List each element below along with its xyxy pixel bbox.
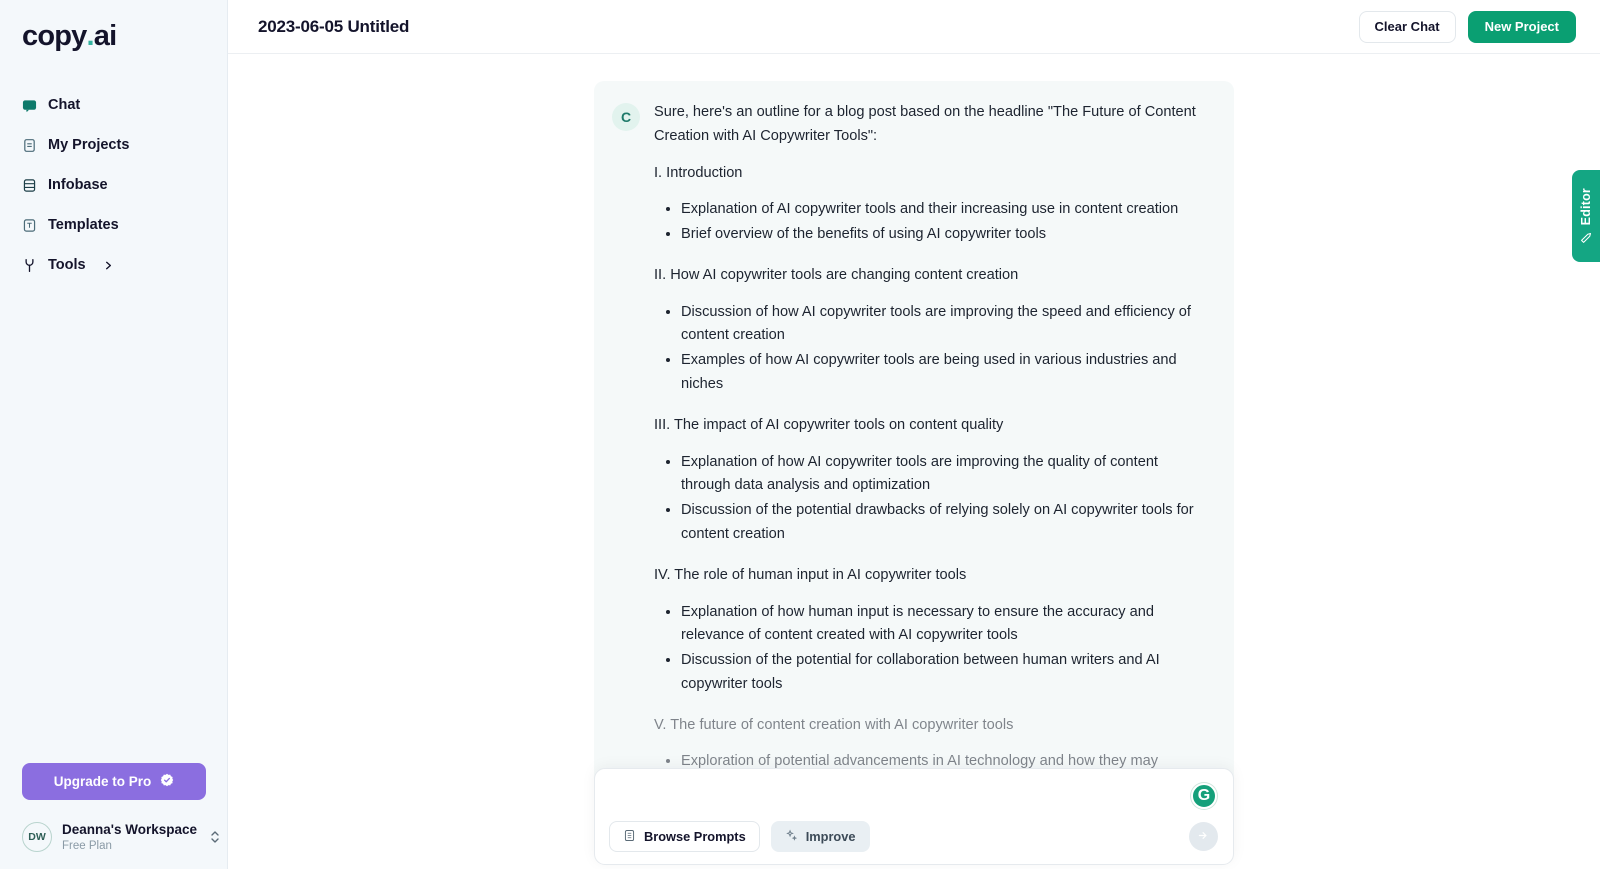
improve-button[interactable]: Improve: [770, 821, 870, 852]
sidebar-item-my-projects[interactable]: My Projects: [0, 125, 227, 165]
avatar: DW: [22, 822, 52, 853]
logo-suffix: ai: [93, 20, 117, 52]
sidebar-item-chat[interactable]: Chat: [0, 85, 227, 125]
message-composer: Browse Prompts Improve G: [594, 768, 1234, 865]
logo-dot: .: [86, 20, 95, 52]
list-icon: [623, 829, 636, 845]
page-title: 2023-06-05 Untitled: [258, 16, 410, 36]
outline-heading: V. The future of content creation with A…: [654, 716, 1014, 733]
logo-text: copy: [22, 20, 87, 52]
outline-bullet-list: Explanation of AI copywriter tools and t…: [654, 198, 1210, 247]
sidebar-item-label: Tools: [48, 257, 86, 273]
grammarly-icon[interactable]: G: [1191, 783, 1217, 809]
list-item: Discussion of the potential for collabor…: [681, 649, 1210, 697]
assistant-avatar: C: [612, 103, 640, 131]
list-item: Discussion of how AI copywriter tools ar…: [681, 301, 1210, 349]
editor-tab-label: Editor: [1579, 188, 1593, 226]
outline-heading: I. Introduction: [654, 164, 743, 181]
chat-column: C Sure, here's an outline for a blog pos…: [594, 54, 1234, 869]
sidebar-item-label: Chat: [48, 97, 81, 113]
app-root: copy. ai Chat My Projects Infobase Templ…: [0, 0, 1600, 869]
browse-prompts-label: Browse Prompts: [644, 829, 746, 844]
outline-bullet-list: Explanation of how human input is necess…: [654, 601, 1210, 697]
upgrade-label: Upgrade to Pro: [53, 773, 152, 789]
sidebar-item-tools[interactable]: Tools: [0, 245, 227, 285]
chevron-right-icon: [103, 260, 114, 271]
sidebar-item-label: My Projects: [48, 137, 130, 153]
assistant-message: C Sure, here's an outline for a blog pos…: [594, 81, 1234, 814]
sidebar-nav: Chat My Projects Infobase Templates Tool…: [0, 85, 227, 285]
database-icon: [22, 178, 37, 193]
outline-bullet-list: Explanation of how AI copywriter tools a…: [654, 451, 1210, 547]
message-input[interactable]: [609, 781, 1219, 821]
clear-chat-button[interactable]: Clear Chat: [1358, 10, 1456, 43]
editor-tab[interactable]: Editor: [1572, 170, 1600, 262]
send-button[interactable]: [1189, 822, 1218, 851]
sidebar-item-label: Templates: [48, 217, 119, 233]
sidebar: copy. ai Chat My Projects Infobase Templ…: [0, 0, 228, 869]
verified-badge-icon: [160, 773, 174, 790]
assistant-message-body: Sure, here's an outline for a blog post …: [654, 101, 1210, 791]
new-project-button[interactable]: New Project: [1467, 10, 1576, 43]
browse-prompts-button[interactable]: Browse Prompts: [609, 821, 760, 852]
chat-area: C Sure, here's an outline for a blog pos…: [228, 54, 1600, 869]
message-intro: Sure, here's an outline for a blog post …: [654, 104, 1196, 144]
send-icon: [1197, 829, 1210, 845]
outline-heading: III. The impact of AI copywriter tools o…: [654, 416, 1004, 433]
topbar-actions: Clear Chat New Project: [1358, 10, 1576, 43]
list-item: Discussion of the potential drawbacks of…: [681, 499, 1210, 547]
workspace-name: Deanna's Workspace: [62, 821, 198, 837]
upgrade-to-pro-button[interactable]: Upgrade to Pro: [22, 762, 206, 800]
wrench-icon: [22, 258, 37, 273]
sidebar-item-infobase[interactable]: Infobase: [0, 165, 227, 205]
app-logo[interactable]: copy. ai: [22, 22, 227, 51]
outline-heading: II. How AI copywriter tools are changing…: [654, 266, 1019, 283]
sidebar-item-label: Infobase: [48, 177, 108, 193]
sidebar-footer: Upgrade to Pro DW Deanna's Workspace Fre…: [0, 762, 227, 869]
chat-scroll-region[interactable]: C Sure, here's an outline for a blog pos…: [228, 54, 1600, 869]
workspace-plan: Free Plan: [62, 839, 112, 852]
list-item: Brief overview of the benefits of using …: [681, 223, 1210, 247]
workspace-switcher[interactable]: DW Deanna's Workspace Free Plan: [22, 822, 219, 853]
chat-icon: [22, 98, 37, 113]
workspace-info: Deanna's Workspace Free Plan: [62, 822, 197, 853]
outline-bullet-list: Discussion of how AI copywriter tools ar…: [654, 301, 1210, 397]
outline-sections: I. Introduction Explanation of AI copywri…: [654, 162, 1210, 775]
list-item: Explanation of how AI copywriter tools a…: [681, 451, 1210, 499]
main-panel: 2023-06-05 Untitled Clear Chat New Proje…: [228, 0, 1600, 869]
improve-label: Improve: [805, 829, 856, 844]
sidebar-item-templates[interactable]: Templates: [0, 205, 227, 245]
pencil-icon: [1580, 232, 1592, 244]
list-item: Explanation of AI copywriter tools and t…: [681, 198, 1210, 222]
topbar: 2023-06-05 Untitled Clear Chat New Proje…: [228, 0, 1600, 54]
list-item: Explanation of how human input is necess…: [681, 601, 1210, 649]
document-icon: [22, 138, 37, 153]
composer-toolbar: Browse Prompts Improve: [609, 821, 1219, 852]
template-icon: [22, 218, 37, 233]
chevron-updown-icon: [209, 828, 221, 846]
sparkle-icon: [785, 829, 798, 845]
list-item: Examples of how AI copywriter tools are …: [681, 349, 1210, 397]
outline-heading: IV. The role of human input in AI copywr…: [654, 566, 967, 583]
